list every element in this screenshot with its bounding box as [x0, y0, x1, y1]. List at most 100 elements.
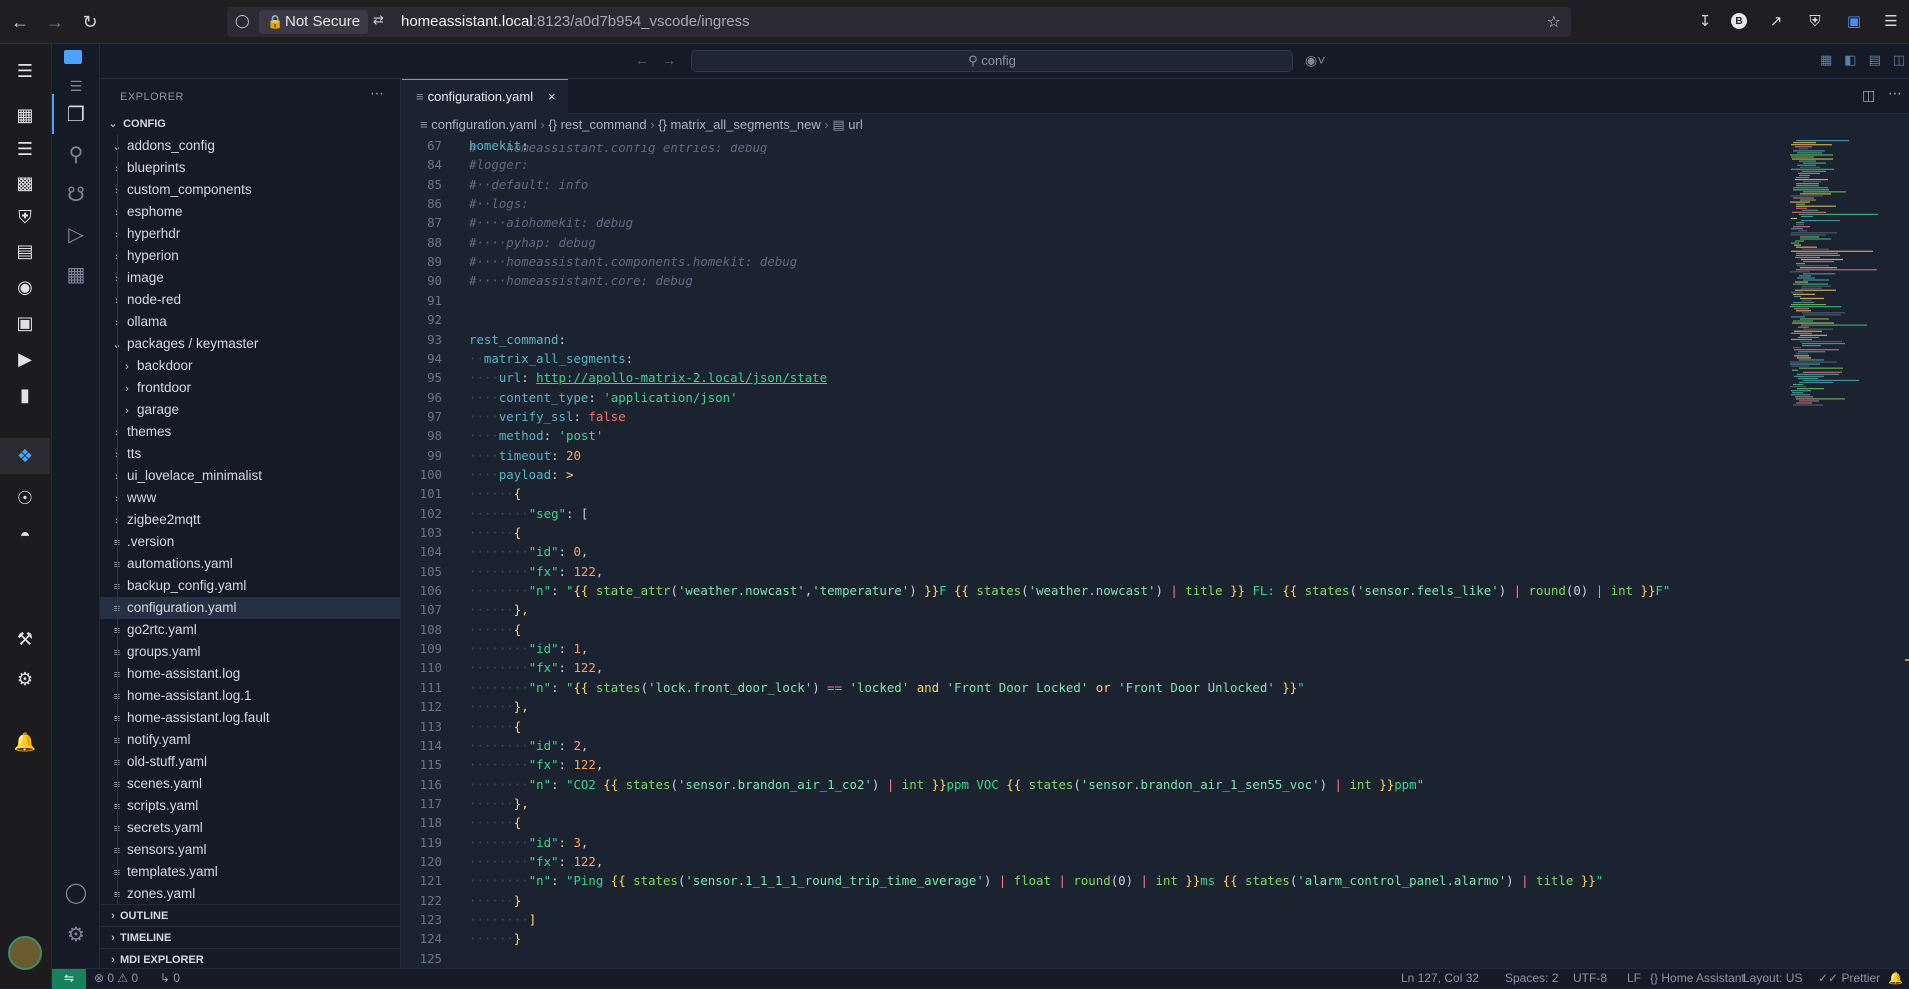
- encoding[interactable]: UTF-8: [1573, 969, 1607, 988]
- permissions-icon[interactable]: ⇄: [373, 12, 384, 28]
- outline-section[interactable]: › OUTLINE: [100, 904, 400, 926]
- accounts-icon[interactable]: ◯: [62, 878, 90, 906]
- folder-item[interactable]: ›hyperion: [100, 245, 400, 267]
- folder-item[interactable]: ›ollama: [100, 311, 400, 333]
- nav-forward-icon[interactable]: →: [662, 52, 676, 68]
- file-item[interactable]: ≡sensors.yaml: [100, 839, 400, 861]
- minimap[interactable]: [1788, 136, 1898, 976]
- breadcrumb-url[interactable]: url: [848, 117, 862, 132]
- folder-item[interactable]: ›www: [100, 487, 400, 509]
- file-item[interactable]: ≡automations.yaml: [100, 553, 400, 575]
- file-item[interactable]: ≡.version: [100, 531, 400, 553]
- folder-item[interactable]: ›esphome: [100, 201, 400, 223]
- folder-item[interactable]: › garage: [100, 399, 400, 421]
- compass-icon[interactable]: ◓: [12, 522, 38, 548]
- share-icon[interactable]: ↗: [1766, 11, 1786, 31]
- explorer-files-icon[interactable]: ❐: [62, 100, 90, 128]
- search-icon[interactable]: ⚲: [62, 140, 90, 168]
- notifications-bell-icon[interactable]: 🔔: [12, 729, 38, 755]
- hacs-icon[interactable]: ▣: [12, 310, 38, 336]
- folder-item[interactable]: ⌄packages / keymaster: [100, 333, 400, 355]
- timeline-section[interactable]: › TIMELINE: [100, 926, 400, 948]
- folder-item[interactable]: ›blueprints: [100, 157, 400, 179]
- layout-controls-icon[interactable]: ▦◧▤◫: [1820, 52, 1909, 68]
- ports-status[interactable]: ↳ 0: [160, 969, 180, 988]
- vscode-nav-item[interactable]: ❖: [0, 438, 50, 474]
- folder-item[interactable]: ›image: [100, 267, 400, 289]
- file-item[interactable]: ≡home-assistant.log.1: [100, 685, 400, 707]
- remote-indicator[interactable]: ⇋: [52, 969, 86, 989]
- file-item[interactable]: ≡go2rtc.yaml: [100, 619, 400, 641]
- editor-more-icon[interactable]: ⋯: [1888, 85, 1902, 102]
- list-icon[interactable]: ☰: [12, 136, 38, 162]
- run-debug-icon[interactable]: ▷: [62, 220, 90, 248]
- file-item[interactable]: ≡home-assistant.log: [100, 663, 400, 685]
- prettier-status[interactable]: ✓✓ Prettier: [1818, 969, 1880, 988]
- indentation[interactable]: Spaces: 2: [1505, 969, 1558, 988]
- file-item[interactable]: ≡zones.yaml: [100, 883, 400, 905]
- manage-gear-icon[interactable]: ⚙: [62, 920, 90, 948]
- file-item[interactable]: ≡groups.yaml: [100, 641, 400, 663]
- url-text[interactable]: homeassistant.local:8123/a0d7b954_vscode…: [401, 13, 750, 30]
- folder-item[interactable]: ›hyperhdr: [100, 223, 400, 245]
- line-ending[interactable]: LF: [1627, 969, 1641, 988]
- cursor-position[interactable]: Ln 127, Col 32: [1401, 969, 1479, 988]
- file-item[interactable]: ≡notify.yaml: [100, 729, 400, 751]
- downloads-icon[interactable]: ↧: [1695, 11, 1715, 31]
- schema-selector[interactable]: {} Home Assistant: [1650, 969, 1745, 988]
- security-shield-icon[interactable]: ⛨: [12, 204, 38, 230]
- folder-item[interactable]: ›ui_lovelace_minimalist: [100, 465, 400, 487]
- activity-menu-icon[interactable]: ☰: [62, 72, 90, 100]
- folder-item[interactable]: › backdoor: [100, 355, 400, 377]
- file-item[interactable]: ≡old-stuff.yaml: [100, 751, 400, 773]
- reload-icon[interactable]: ↻: [78, 10, 102, 34]
- file-item[interactable]: ≡secrets.yaml: [100, 817, 400, 839]
- notifications-icon[interactable]: 🔔: [1888, 969, 1903, 988]
- extension-b-icon[interactable]: B: [1731, 13, 1747, 29]
- settings-gear-icon[interactable]: ⚙: [12, 666, 38, 692]
- library-icon[interactable]: ▮: [12, 382, 38, 408]
- folder-item[interactable]: ›themes: [100, 421, 400, 443]
- mdi-explorer-section[interactable]: › MDI EXPLORER: [100, 948, 400, 970]
- keyboard-layout[interactable]: Layout: US: [1743, 969, 1802, 988]
- folder-item[interactable]: ›node-red: [100, 289, 400, 311]
- more-actions-icon[interactable]: ⋯: [370, 85, 384, 102]
- source-control-icon[interactable]: ☋: [62, 180, 90, 208]
- breadcrumb-file[interactable]: configuration.yaml: [431, 117, 537, 132]
- split-editor-icon[interactable]: ◫: [1862, 87, 1875, 104]
- file-item[interactable]: ≡configuration.yaml: [100, 597, 400, 619]
- file-item[interactable]: ≡scenes.yaml: [100, 773, 400, 795]
- breadcrumb-matrix[interactable]: {} matrix_all_segments_new: [658, 117, 821, 132]
- camera-icon[interactable]: ◉: [12, 274, 38, 300]
- bitwarden-icon[interactable]: ▣: [1844, 11, 1864, 31]
- folder-item[interactable]: › frontdoor: [100, 377, 400, 399]
- ublock-icon[interactable]: ⛨: [1805, 11, 1825, 31]
- dashboard-icon[interactable]: ▦: [12, 102, 38, 128]
- folder-item[interactable]: ›tts: [100, 443, 400, 465]
- folder-item[interactable]: ›custom_components: [100, 179, 400, 201]
- close-tab-icon[interactable]: ×: [548, 80, 556, 113]
- media-icon[interactable]: ▶: [12, 346, 38, 372]
- code-editor[interactable]: # homeassistant.config_entries: debug 67…: [402, 136, 1782, 976]
- file-item[interactable]: ≡templates.yaml: [100, 861, 400, 883]
- forward-icon[interactable]: →: [43, 10, 67, 34]
- server-icon[interactable]: ▤: [12, 238, 38, 264]
- user-avatar[interactable]: [8, 936, 42, 970]
- tab-configuration-yaml[interactable]: ≡ configuration.yaml ×: [402, 79, 568, 114]
- extensions-icon[interactable]: ▦: [62, 260, 90, 288]
- problems-status[interactable]: ⊗ 0 ⚠ 0: [94, 969, 138, 988]
- bookmark-star-icon[interactable]: ☆: [1547, 12, 1561, 32]
- file-item[interactable]: ≡backup_config.yaml: [100, 575, 400, 597]
- file-item[interactable]: ≡scripts.yaml: [100, 795, 400, 817]
- ha-menu-icon[interactable]: ☰: [12, 58, 38, 84]
- back-icon[interactable]: ←: [8, 10, 32, 34]
- address-bar[interactable]: ◯ 🔒 Not Secure ⇄ homeassistant.local:812…: [227, 7, 1571, 37]
- shield-icon[interactable]: ◯: [235, 13, 253, 31]
- command-center-search[interactable]: ⚲ config: [691, 50, 1293, 72]
- menu-icon[interactable]: ☰: [1881, 11, 1901, 31]
- not-secure-badge[interactable]: 🔒 Not Secure: [259, 10, 369, 34]
- hammer-icon[interactable]: ⚒: [12, 626, 38, 652]
- history-chart-icon[interactable]: ▩: [12, 170, 38, 196]
- folder-item[interactable]: ⌄addons_config: [100, 135, 400, 157]
- copilot-icon[interactable]: ◉˅: [1305, 52, 1325, 69]
